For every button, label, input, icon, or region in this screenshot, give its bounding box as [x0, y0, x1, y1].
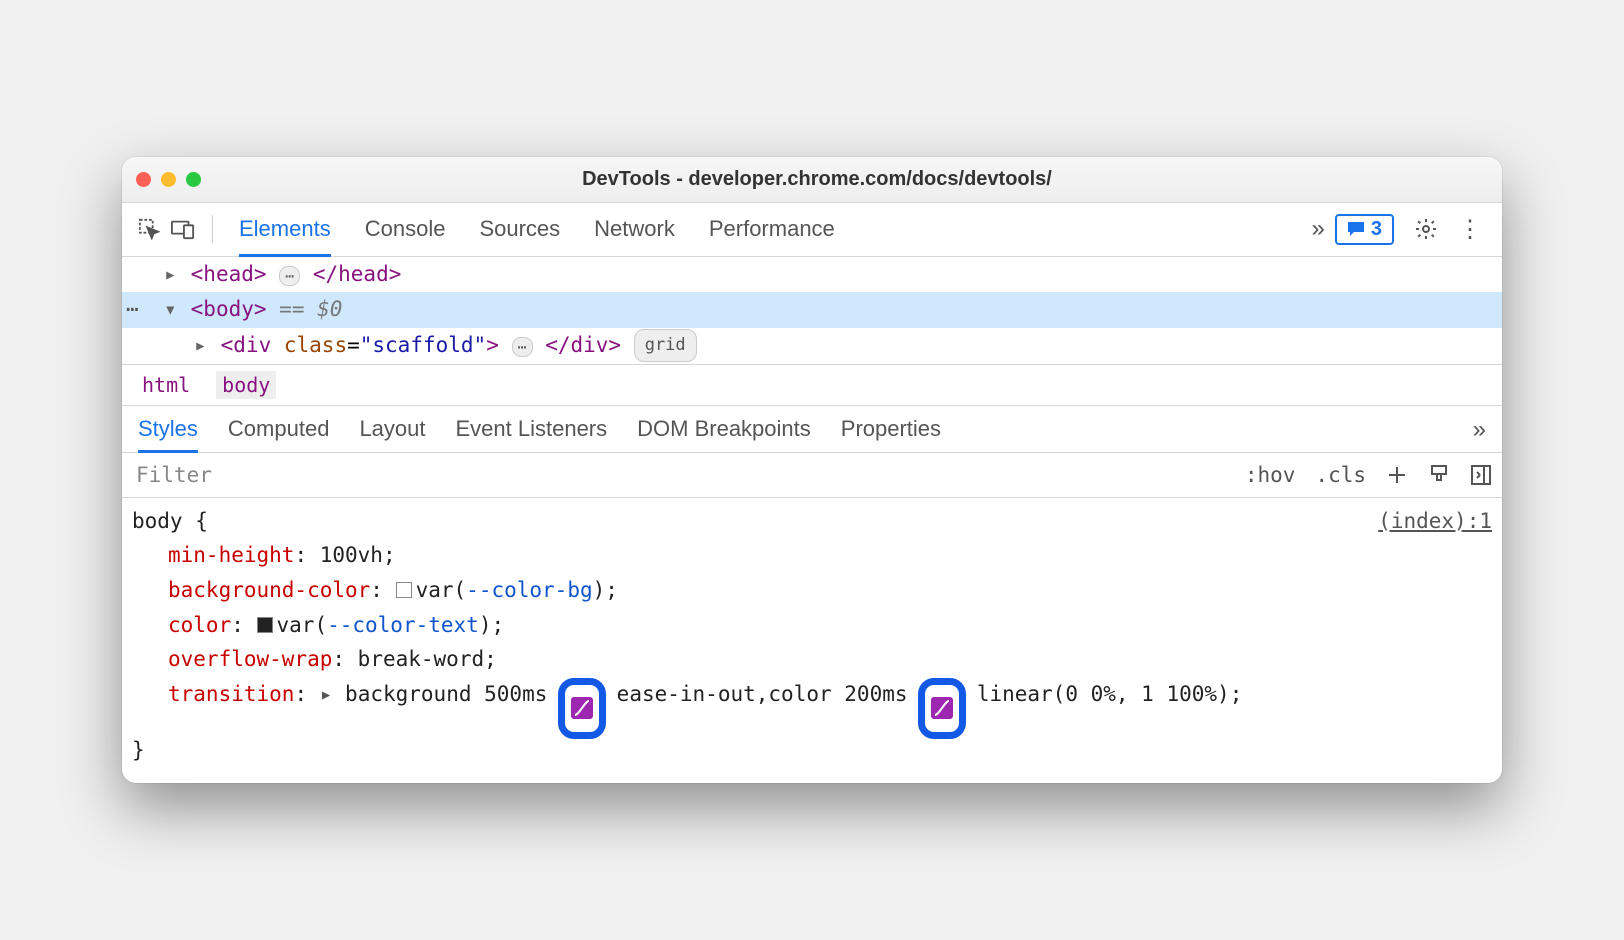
device-toggle-icon[interactable]	[166, 212, 200, 246]
crumb-html[interactable]: html	[136, 371, 196, 399]
close-window-button[interactable]	[136, 172, 151, 187]
more-tabs-icon[interactable]: »	[1312, 215, 1325, 243]
highlight-ring	[918, 678, 966, 739]
decl-color[interactable]: color: var(--color-text);	[132, 608, 1492, 643]
dom-node-head[interactable]: ▸ <head> ⋯ </head>	[122, 257, 1502, 293]
ellipsis-icon[interactable]: ⋯	[279, 266, 300, 286]
grid-badge[interactable]: grid	[634, 329, 697, 362]
titlebar: DevTools - developer.chrome.com/docs/dev…	[122, 157, 1502, 203]
highlight-ring	[558, 678, 606, 739]
ellipsis-icon[interactable]: ⋯	[512, 337, 533, 357]
window-controls	[136, 172, 201, 187]
issues-count: 3	[1371, 218, 1382, 241]
subtab-styles[interactable]: Styles	[138, 416, 198, 452]
decl-min-height[interactable]: min-height: 100vh;	[132, 538, 1492, 573]
easing-editor-icon[interactable]	[571, 697, 593, 719]
subtab-event-listeners[interactable]: Event Listeners	[456, 416, 608, 452]
devtools-window: DevTools - developer.chrome.com/docs/dev…	[122, 157, 1502, 784]
decl-overflow-wrap[interactable]: overflow-wrap: break-word;	[132, 642, 1492, 677]
hov-button[interactable]: :hov	[1235, 457, 1306, 493]
styles-pane: body { (index):1 min-height: 100vh; back…	[122, 498, 1502, 783]
decl-transition[interactable]: transition: ▸ background 500ms ease-in-o…	[132, 677, 1492, 733]
rule-source-link[interactable]: (index):1	[1378, 504, 1492, 539]
minimize-window-button[interactable]	[161, 172, 176, 187]
tab-network[interactable]: Network	[594, 208, 675, 250]
settings-icon[interactable]	[1410, 213, 1442, 245]
crumb-body[interactable]: body	[216, 371, 276, 399]
more-subtabs-icon[interactable]: »	[1473, 416, 1486, 452]
dom-breadcrumb: html body	[122, 364, 1502, 406]
computed-toggle-icon[interactable]	[1460, 458, 1502, 492]
more-menu-icon[interactable]: ⋮	[1454, 213, 1486, 245]
dom-node-div[interactable]: ▸ <div class="scaffold"> ⋯ </div> grid	[122, 328, 1502, 364]
color-swatch-icon[interactable]	[396, 582, 412, 598]
tab-elements[interactable]: Elements	[239, 208, 331, 250]
tab-performance[interactable]: Performance	[709, 208, 835, 250]
styles-filter-bar: :hov .cls	[122, 453, 1502, 498]
dom-node-body[interactable]: ▾ <body> == $0	[122, 292, 1502, 328]
subtab-dom-breakpoints[interactable]: DOM Breakpoints	[637, 416, 811, 452]
dom-tree[interactable]: ▸ <head> ⋯ </head> ▾ <body> == $0 ▸ <div…	[122, 257, 1502, 364]
panel-tabs: Elements Console Sources Network Perform…	[225, 208, 1302, 250]
cls-button[interactable]: .cls	[1305, 457, 1376, 493]
expand-shorthand-icon[interactable]: ▸	[320, 682, 333, 706]
easing-editor-icon[interactable]	[931, 697, 953, 719]
window-title: DevTools - developer.chrome.com/docs/dev…	[201, 168, 1433, 191]
brush-icon[interactable]	[1418, 458, 1460, 492]
inspect-element-icon[interactable]	[132, 212, 166, 246]
subtab-properties[interactable]: Properties	[841, 416, 941, 452]
subtab-layout[interactable]: Layout	[359, 416, 425, 452]
tab-sources[interactable]: Sources	[479, 208, 560, 250]
decl-background-color[interactable]: background-color: var(--color-bg);	[132, 573, 1492, 608]
filter-input[interactable]	[122, 453, 1235, 497]
zoom-window-button[interactable]	[186, 172, 201, 187]
issues-badge[interactable]: 3	[1335, 214, 1394, 245]
chat-icon	[1347, 221, 1365, 237]
subtab-computed[interactable]: Computed	[228, 416, 330, 452]
rule-selector[interactable]: body	[132, 509, 183, 533]
tab-console[interactable]: Console	[365, 208, 446, 250]
color-swatch-icon[interactable]	[257, 617, 273, 633]
new-style-rule-icon[interactable]	[1376, 458, 1418, 492]
main-toolbar: Elements Console Sources Network Perform…	[122, 203, 1502, 257]
sidebar-tabs: Styles Computed Layout Event Listeners D…	[122, 406, 1502, 453]
